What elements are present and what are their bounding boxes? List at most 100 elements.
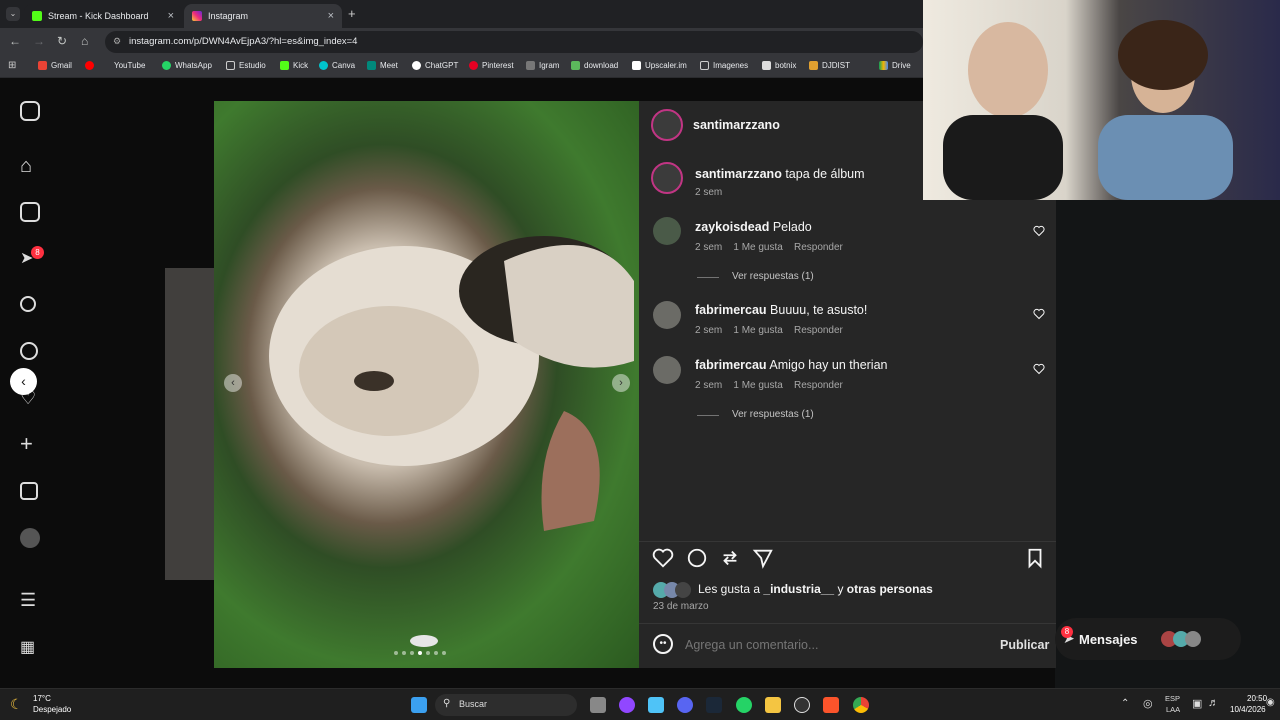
comment-icon[interactable] xyxy=(686,547,708,569)
bookmark-imagenes[interactable]: Imagenes xyxy=(700,61,748,70)
bookmark-youtube[interactable]: YouTube xyxy=(85,61,145,70)
reels-icon[interactable] xyxy=(20,202,40,222)
bookmark-igram[interactable]: Igram xyxy=(526,61,559,70)
tab-menu-icon[interactable]: ⌄ xyxy=(6,7,20,21)
discord-taskbar-icon[interactable] xyxy=(677,697,693,713)
bookmark-pinterest[interactable]: Pinterest xyxy=(469,61,514,70)
chrome-taskbar-icon[interactable] xyxy=(853,697,869,713)
author-username[interactable]: santimarzzano xyxy=(693,118,780,132)
back-icon[interactable]: ← xyxy=(9,34,21,48)
forward-icon[interactable]: → xyxy=(33,34,45,48)
network-icon[interactable]: ▣ xyxy=(1192,697,1202,710)
explore-icon[interactable] xyxy=(20,342,38,360)
likes-others[interactable]: otras personas xyxy=(847,582,933,596)
close-icon[interactable]: × xyxy=(328,10,334,22)
carousel-prev-icon[interactable]: ‹ xyxy=(224,374,242,392)
weather-widget[interactable]: ☾ 17°C Despejado xyxy=(10,694,100,716)
site-info-icon[interactable]: ⚙ xyxy=(113,36,121,47)
comment-username[interactable]: zaykoisdead xyxy=(695,220,769,234)
menu-icon[interactable]: ☰ xyxy=(20,590,40,610)
bookmark-gmail[interactable]: Gmail xyxy=(38,61,72,70)
tab-kick[interactable]: Stream - Kick Dashboard × xyxy=(24,4,182,28)
view-replies-button[interactable]: Ver respuestas (1) xyxy=(732,409,814,420)
repost-icon[interactable] xyxy=(719,547,741,569)
like-icon[interactable] xyxy=(652,547,674,569)
home-icon[interactable]: ⌂ xyxy=(81,34,88,48)
search-icon[interactable] xyxy=(20,296,36,312)
bookmark-meet[interactable]: Meet xyxy=(367,61,398,70)
instagram-logo-icon[interactable] xyxy=(20,101,40,121)
carousel-next-icon[interactable]: › xyxy=(612,374,630,392)
close-icon[interactable]: × xyxy=(168,10,174,22)
bookmark-botnix[interactable]: botnix xyxy=(762,61,796,70)
commenter-avatar[interactable] xyxy=(653,217,681,245)
bookmark-upscaler[interactable]: Upscaler.im xyxy=(632,61,687,70)
commenter-avatar[interactable] xyxy=(653,301,681,329)
file-explorer-taskbar-icon[interactable] xyxy=(590,697,606,713)
comment-username[interactable]: fabrimercau xyxy=(695,303,767,317)
bookmark-drive[interactable]: Drive xyxy=(879,61,911,70)
notifications-bell-icon[interactable]: ◉ xyxy=(1266,697,1275,708)
steam-taskbar-icon[interactable] xyxy=(706,697,722,713)
emoji-icon[interactable]: •• xyxy=(653,634,673,654)
likes-summary[interactable]: Les gusta a _industria__ y otras persona… xyxy=(698,582,933,596)
profile-avatar-icon[interactable] xyxy=(20,528,40,548)
publish-button[interactable]: Publicar xyxy=(1000,638,1049,652)
post-photo[interactable]: ‹ › xyxy=(214,101,639,668)
comment-input[interactable] xyxy=(685,635,985,655)
obs-taskbar-icon[interactable] xyxy=(794,697,810,713)
taskbar-search[interactable]: ⚲ Buscar xyxy=(435,694,577,716)
new-tab-button[interactable]: + xyxy=(348,6,356,21)
tray-chevron-icon[interactable]: ⌃ xyxy=(1121,698,1129,709)
lang-top[interactable]: ESP xyxy=(1165,694,1180,703)
clock-time[interactable]: 20:50 xyxy=(1247,694,1267,703)
comment-likes[interactable]: 1 Me gusta xyxy=(733,325,782,336)
messages-pill[interactable]: ➤ 8 Mensajes xyxy=(1055,618,1241,660)
search-icon: ⚲ xyxy=(443,698,451,709)
brave-taskbar-icon[interactable] xyxy=(823,697,839,713)
bookmark-whatsapp[interactable]: WhatsApp xyxy=(162,61,212,70)
notes-taskbar-icon[interactable] xyxy=(648,697,664,713)
comment-likes[interactable]: 1 Me gusta xyxy=(733,380,782,391)
comment-username[interactable]: fabrimercau xyxy=(695,358,767,372)
previous-post-button[interactable]: ‹ xyxy=(10,368,37,395)
microphone-icon[interactable]: ◎ xyxy=(1143,697,1153,710)
commenter-avatar[interactable] xyxy=(653,356,681,384)
whatsapp-taskbar-icon[interactable] xyxy=(736,697,752,713)
bookmark-estudio[interactable]: Estudio xyxy=(226,61,266,70)
save-icon[interactable] xyxy=(1024,547,1046,569)
folder-taskbar-icon[interactable] xyxy=(765,697,781,713)
comment-reply-button[interactable]: Responder xyxy=(794,325,843,336)
home-icon[interactable]: ⌂ xyxy=(20,156,40,176)
view-replies-button[interactable]: Ver respuestas (1) xyxy=(732,271,814,282)
volume-icon[interactable]: ♬ xyxy=(1208,697,1219,709)
twitch-taskbar-icon[interactable] xyxy=(619,697,635,713)
caption-username[interactable]: santimarzzano xyxy=(695,167,782,181)
apps-grid-icon[interactable]: ⊞ xyxy=(8,60,16,71)
bookmark-kick[interactable]: Kick xyxy=(280,61,308,70)
comment-like-icon[interactable] xyxy=(1033,308,1045,320)
bookmark-canva[interactable]: Canva xyxy=(319,61,355,70)
bookmark-chatgpt[interactable]: ChatGPT xyxy=(412,61,458,70)
comment-reply-button[interactable]: Responder xyxy=(794,380,843,391)
comment-likes[interactable]: 1 Me gusta xyxy=(733,242,782,253)
tab-instagram[interactable]: Instagram × xyxy=(184,4,342,28)
windows-start-icon[interactable] xyxy=(411,697,427,713)
pinterest-icon xyxy=(469,61,478,70)
more-apps-icon[interactable]: ▦ xyxy=(20,638,40,658)
bookmark-download[interactable]: download xyxy=(571,61,618,70)
url-field[interactable]: ⚙ instagram.com/p/DWN4AvEjpA3/?hl=es&img… xyxy=(105,31,923,53)
author-avatar[interactable] xyxy=(651,109,683,141)
share-icon[interactable] xyxy=(752,547,774,569)
clock-date[interactable]: 10/4/2026 xyxy=(1230,705,1266,714)
likes-user[interactable]: _industria__ xyxy=(763,582,834,596)
lang-bottom[interactable]: LAA xyxy=(1166,705,1180,714)
reload-icon[interactable]: ↻ xyxy=(57,34,67,48)
caption-avatar[interactable] xyxy=(651,162,683,194)
comment-like-icon[interactable] xyxy=(1033,363,1045,375)
bookmark-djdist[interactable]: DJDIST xyxy=(809,61,850,70)
comment-like-icon[interactable] xyxy=(1033,225,1045,237)
dashboard-icon[interactable] xyxy=(20,482,38,500)
comment-reply-button[interactable]: Responder xyxy=(794,242,843,253)
create-icon[interactable]: + xyxy=(20,433,40,455)
